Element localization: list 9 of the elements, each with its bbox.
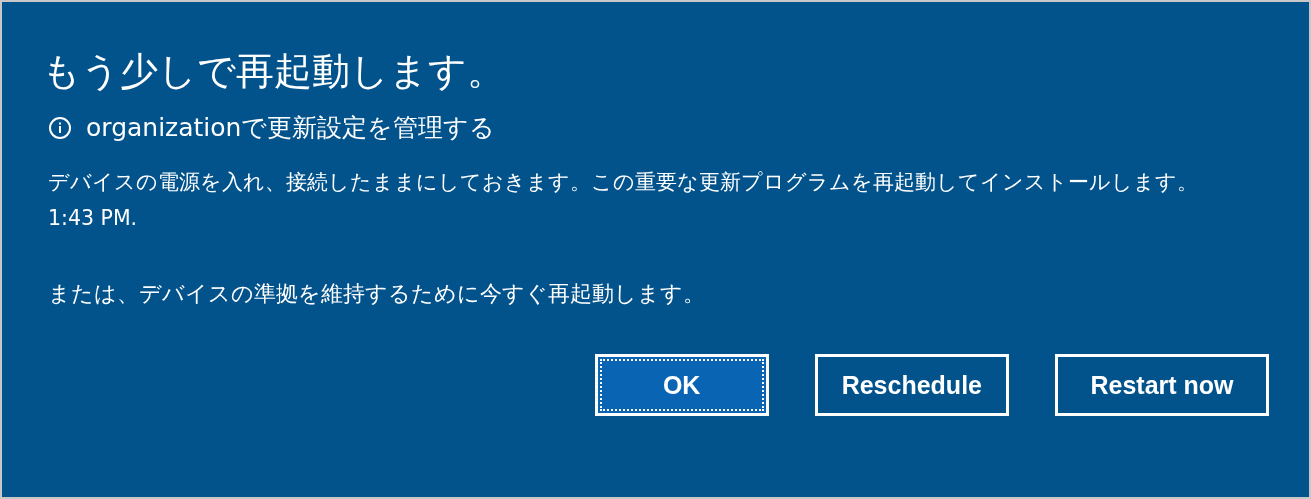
dialog-button[interactable]: OK: [594, 354, 769, 416]
info-icon: [48, 116, 72, 140]
note-text: または、デバイスの準拠を維持するために今すぐ再起動します。: [47, 280, 705, 308]
dialog-button[interactable]: Reschedule: [814, 354, 1009, 416]
info-text: organizationで更新設定を管理する: [86, 112, 496, 144]
dialog-title: もう少しで再起動します。: [42, 48, 505, 95]
dialog-button[interactable]: Restart now: [1055, 354, 1269, 416]
time-text: 1:43 PM.: [47, 205, 138, 232]
message-text: デバイスの電源を入れ、接続したままにしておきます。この重要な更新プログラムを再起動してインストールします。: [47, 169, 1198, 196]
